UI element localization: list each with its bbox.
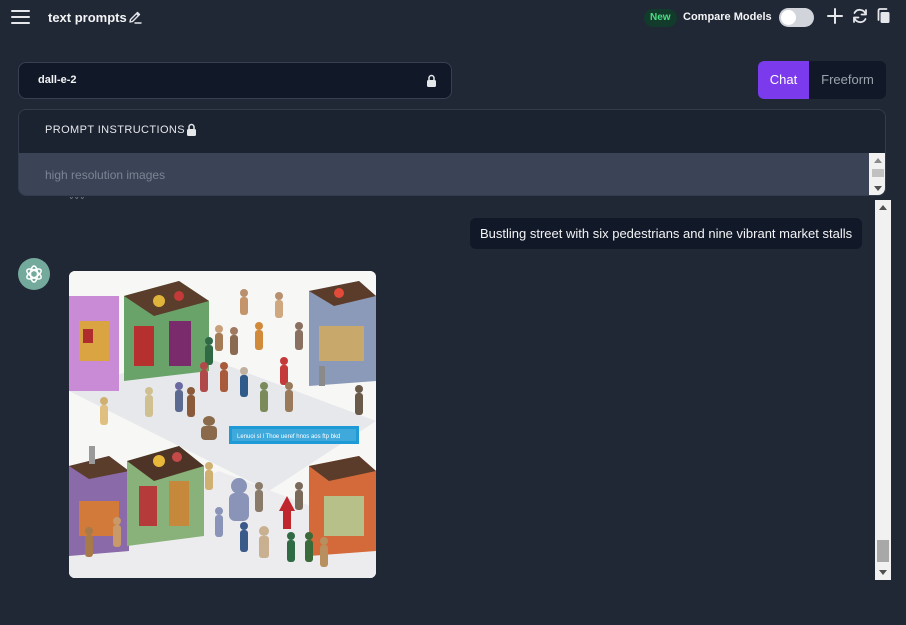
model-selector[interactable]: dall-e-2 (18, 62, 452, 99)
scroll-up-arrow-icon[interactable] (874, 158, 882, 163)
compare-models-label: Compare Models (683, 11, 772, 23)
top-bar: text prompts New Compare Models (0, 0, 906, 36)
tab-chat[interactable]: Chat (758, 61, 809, 99)
prompt-instructions-heading: PROMPT INSTRUCTIONS (45, 124, 186, 136)
scroll-up-arrow-icon[interactable] (879, 205, 887, 210)
user-message: Bustling street with six pedestrians and… (470, 218, 863, 249)
scroll-down-arrow-icon[interactable] (874, 186, 882, 191)
page-title: text prompts (48, 10, 127, 25)
openai-logo-icon (18, 258, 50, 290)
scroll-down-arrow-icon[interactable] (879, 570, 887, 575)
mode-tabs: Chat Freeform (758, 61, 886, 99)
clipped-text: ˘ ˘ ˘ (70, 196, 84, 206)
scroll-thumb[interactable] (877, 540, 889, 562)
prompt-instructions-text: high resolution images (45, 168, 166, 182)
image-banner-text: Lenuoi sl l Thoe ueref hnos aos ftp bkd (237, 434, 340, 440)
prompt-instructions-textarea[interactable]: high resolution images (19, 153, 885, 195)
prompt-scrollbar[interactable] (869, 153, 885, 195)
lock-icon (187, 123, 196, 136)
refresh-icon[interactable] (851, 7, 869, 25)
tab-freeform[interactable]: Freeform (809, 61, 886, 99)
lock-icon (427, 74, 436, 87)
plus-icon[interactable] (826, 7, 844, 25)
chat-scrollbar[interactable] (875, 200, 891, 580)
generated-image[interactable]: Lenuoi sl l Thoe ueref hnos aos ftp bkd (69, 271, 376, 578)
new-badge: New (644, 9, 677, 27)
scroll-thumb[interactable] (872, 169, 884, 177)
copy-icon[interactable] (875, 7, 893, 25)
compare-models-toggle[interactable] (779, 8, 814, 27)
prompt-instructions-panel: PROMPT INSTRUCTIONS high resolution imag… (18, 109, 886, 196)
toggle-knob (781, 10, 796, 25)
pencil-icon[interactable] (127, 9, 143, 25)
hamburger-icon[interactable] (11, 10, 30, 25)
model-name: dall-e-2 (38, 74, 77, 86)
